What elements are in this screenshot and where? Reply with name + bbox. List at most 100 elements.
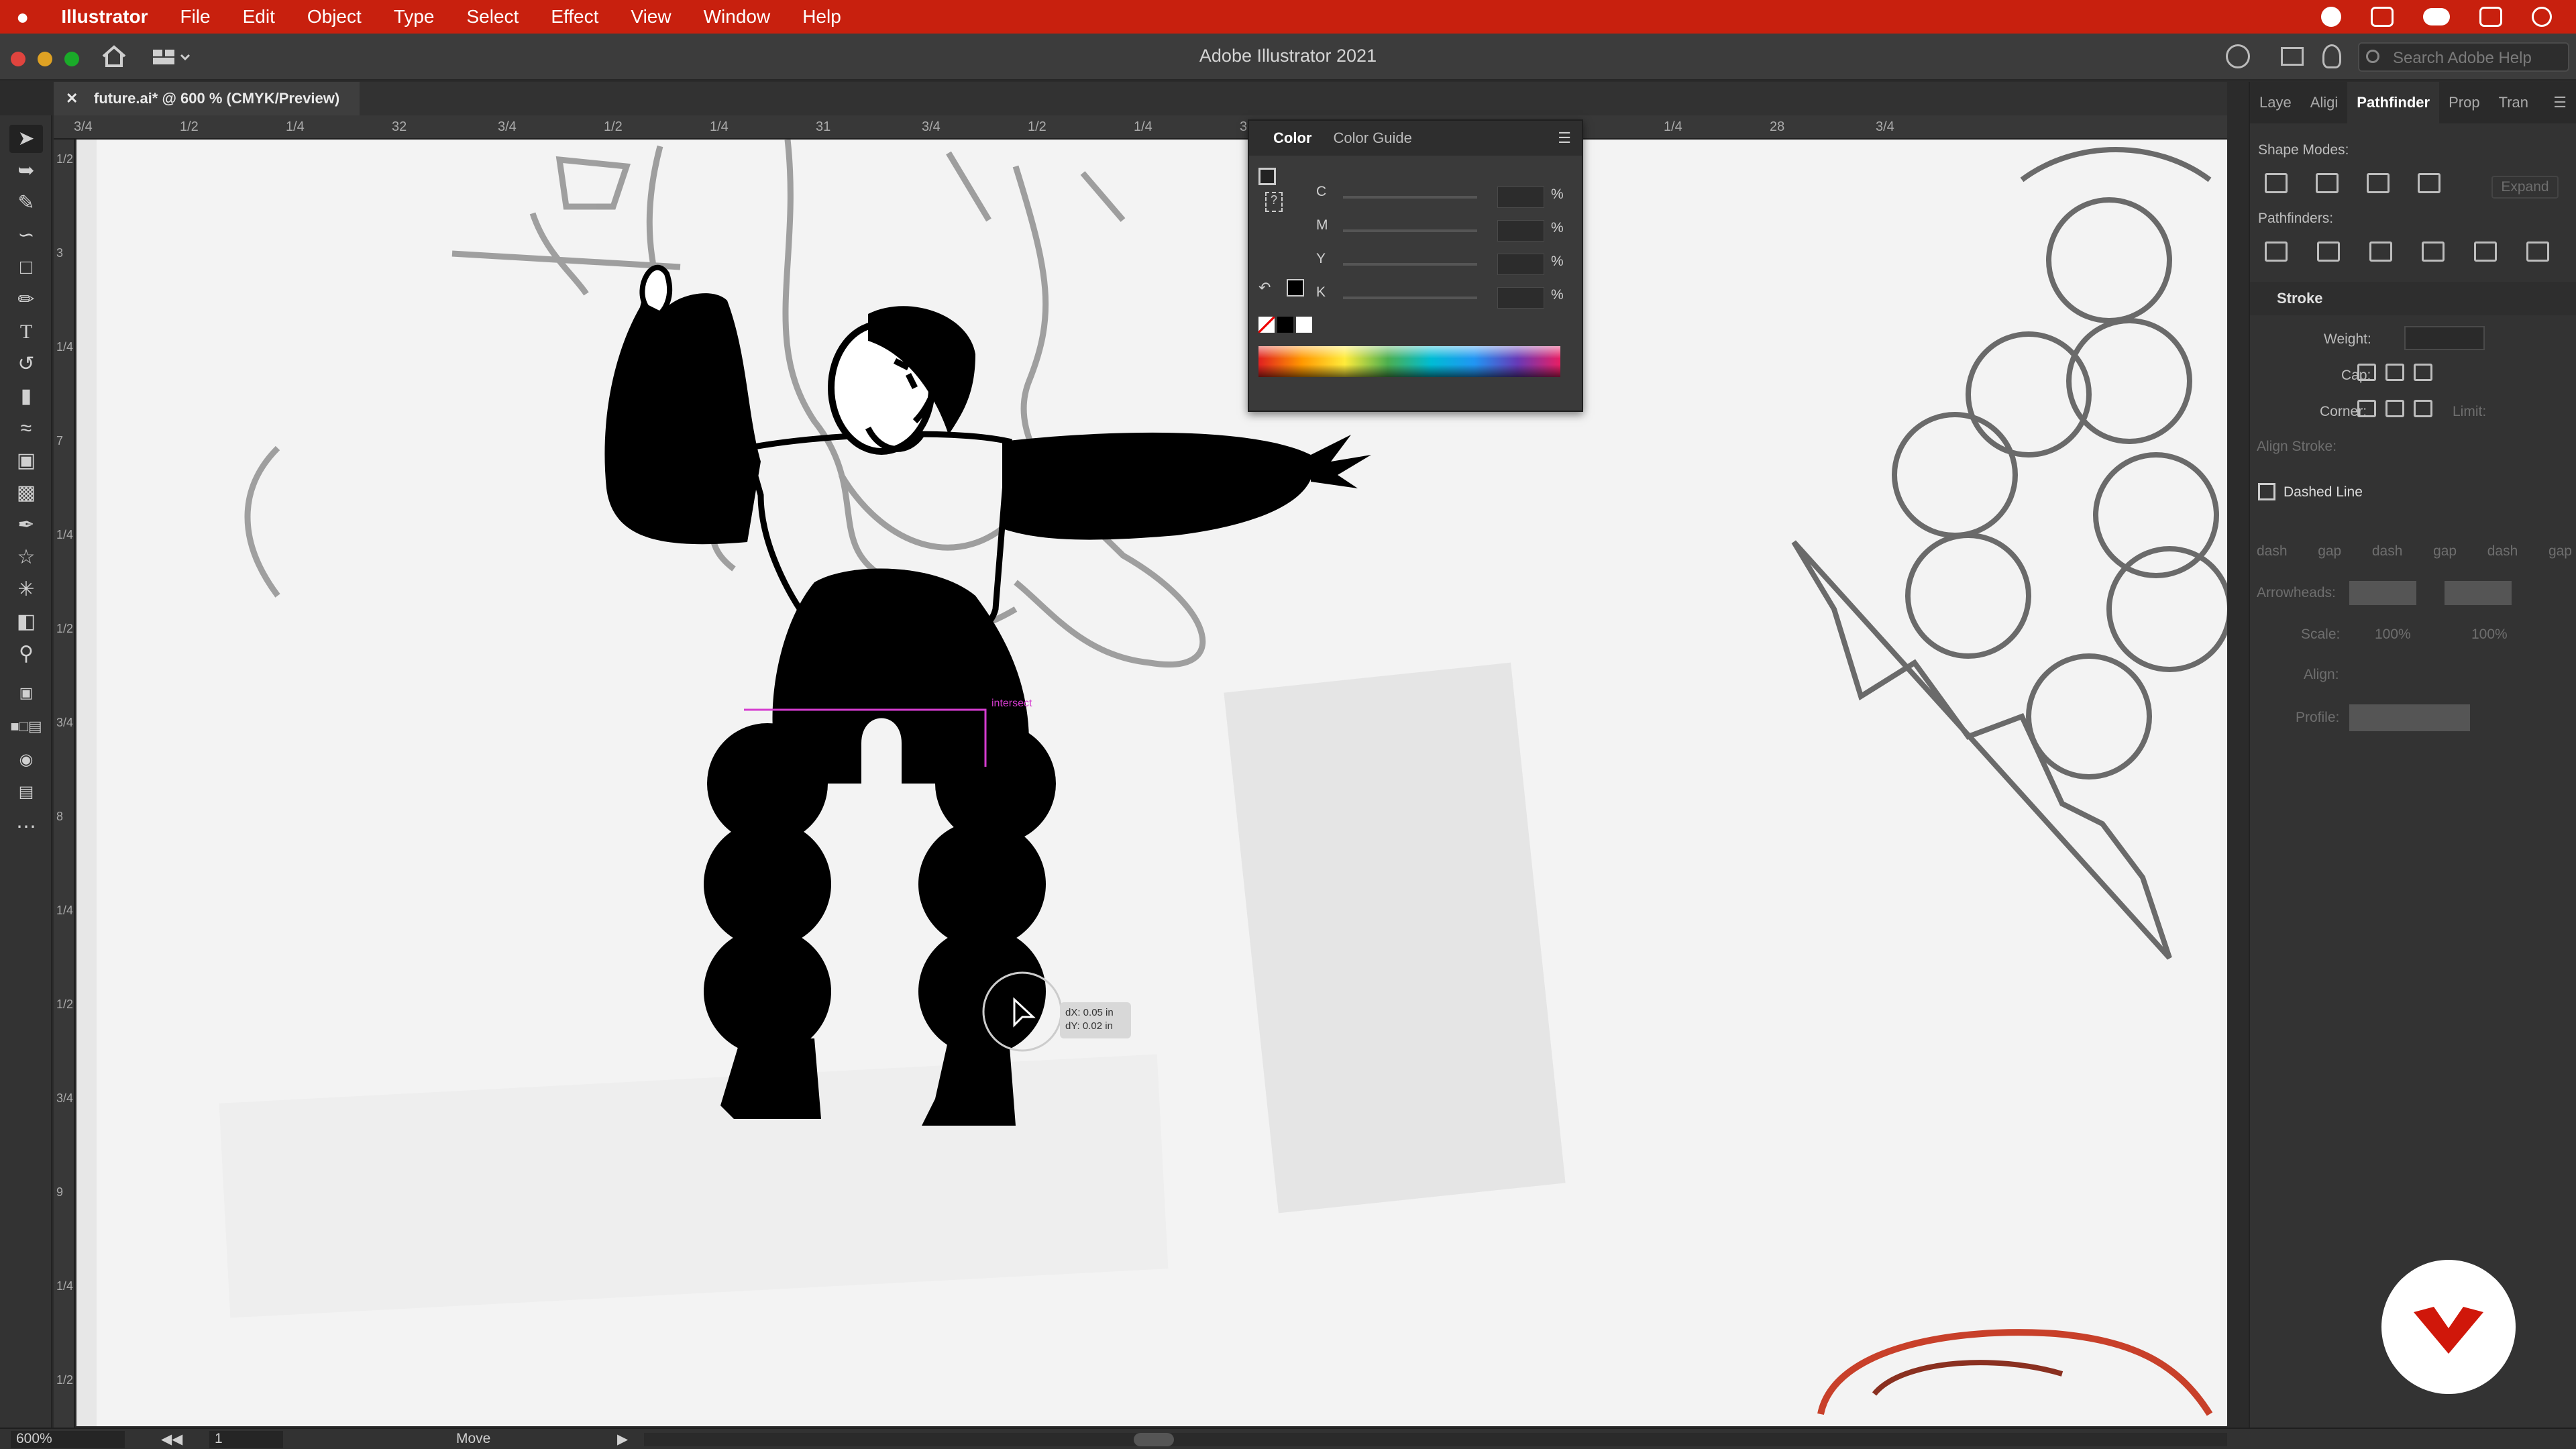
arrange-documents-icon[interactable]	[2281, 47, 2304, 66]
menu-type[interactable]: Type	[378, 0, 451, 34]
white-quick-swatch[interactable]	[1296, 317, 1312, 333]
tab-pathfinder[interactable]: Pathfinder	[2347, 82, 2440, 123]
menu-edit[interactable]: Edit	[227, 0, 291, 34]
black-swatch[interactable]	[1287, 279, 1304, 297]
black-value-field[interactable]	[1497, 287, 1544, 309]
yellow-value-field[interactable]	[1497, 254, 1544, 275]
width-tool-icon[interactable]: ≈	[9, 415, 43, 443]
fill-stroke-proxy-icon[interactable]: ?	[1258, 168, 1299, 228]
horizontal-scrollbar-thumb[interactable]	[1134, 1433, 1174, 1446]
free-transform-tool-icon[interactable]: ▣	[9, 447, 43, 475]
exclude-icon[interactable]	[2418, 173, 2440, 193]
user-account-icon[interactable]	[2226, 44, 2250, 68]
tab-transform[interactable]: Tran	[2489, 94, 2538, 111]
eyedropper-tool-icon[interactable]: ✒	[9, 511, 43, 539]
rotate-tool-icon[interactable]: ↺	[9, 350, 43, 378]
black-quick-swatch[interactable]	[1277, 317, 1293, 333]
power-icon[interactable]	[2532, 7, 2552, 27]
merge-icon[interactable]	[2369, 241, 2392, 262]
search-adobe-help-input[interactable]: Search Adobe Help	[2358, 42, 2569, 72]
gradient-tool-icon[interactable]: ▩	[9, 479, 43, 507]
document-tab[interactable]: ✕ future.ai* @ 600 % (CMYK/Preview)	[54, 82, 360, 115]
pen-tool-icon[interactable]: ✎	[9, 189, 43, 217]
round-cap-icon[interactable]	[2385, 364, 2404, 381]
curvature-tool-icon[interactable]: ∽	[9, 221, 43, 250]
cyan-value-field[interactable]	[1497, 186, 1544, 208]
symbol-sprayer-tool-icon[interactable]: ✳	[9, 576, 43, 604]
bevel-join-icon[interactable]	[2414, 400, 2432, 417]
panel-menu-icon[interactable]: ☰	[1547, 129, 1582, 147]
expand-button[interactable]: Expand	[2491, 176, 2559, 199]
pencil-tool-icon[interactable]: ✏	[9, 286, 43, 314]
edit-toolbar-icon[interactable]: ⋯	[9, 813, 43, 841]
blend-tool-icon[interactable]: ☆	[9, 543, 43, 572]
control-center-icon[interactable]	[2479, 7, 2502, 27]
artboard-canvas[interactable]: intersect	[76, 140, 2227, 1426]
screen-mode-icon[interactable]: ▤	[9, 778, 43, 806]
draw-mode-icon[interactable]: ◉	[9, 746, 43, 774]
projecting-cap-icon[interactable]	[2414, 364, 2432, 381]
start-arrowhead-select[interactable]	[2349, 581, 2416, 605]
tab-color[interactable]: Color	[1263, 129, 1322, 147]
menu-view[interactable]: View	[614, 0, 687, 34]
menu-object[interactable]: Object	[291, 0, 378, 34]
menu-app-illustrator[interactable]: Illustrator	[45, 0, 164, 34]
menu-window[interactable]: Window	[688, 0, 787, 34]
minus-front-icon[interactable]	[2316, 173, 2339, 193]
dock-menu-icon[interactable]: ☰	[2544, 94, 2576, 111]
artboard-tool-icon[interactable]: ◧	[9, 608, 43, 636]
stroke-panel-header[interactable]: Stroke	[2250, 282, 2576, 315]
round-join-icon[interactable]	[2385, 400, 2404, 417]
black-slider-row[interactable]: K %	[1316, 284, 1578, 311]
yellow-slider-row[interactable]: Y %	[1316, 251, 1578, 278]
none-swatch[interactable]	[1258, 317, 1275, 333]
horizontal-scrollbar[interactable]	[644, 1433, 2227, 1446]
trim-icon[interactable]	[2317, 241, 2340, 262]
tab-properties[interactable]: Prop	[2439, 94, 2489, 111]
discover-lightbulb-icon[interactable]	[2322, 44, 2341, 68]
divide-icon[interactable]	[2265, 241, 2288, 262]
end-arrowhead-select[interactable]	[2445, 581, 2512, 605]
outline-icon[interactable]	[2474, 241, 2497, 262]
fill-stroke-swatch-icon[interactable]: ▣	[9, 679, 43, 707]
weight-input[interactable]	[2404, 326, 2485, 350]
butt-cap-icon[interactable]	[2357, 364, 2376, 381]
color-mode-icon[interactable]: ■□▤	[9, 712, 43, 741]
type-tool-icon[interactable]: T	[9, 318, 43, 346]
color-spectrum-bar[interactable]	[1258, 346, 1560, 377]
cyan-slider-row[interactable]: C %	[1316, 184, 1578, 211]
zoom-tool-icon[interactable]: ⚲	[9, 640, 43, 668]
eraser-tool-icon[interactable]: ▮	[9, 382, 43, 411]
menu-help[interactable]: Help	[786, 0, 857, 34]
default-colors-icon[interactable]: ↶	[1258, 279, 1271, 297]
apple-menu-icon[interactable]: ●	[0, 0, 45, 34]
vertical-ruler[interactable]: 1/2 3 1/4 7 1/4 1/2 3/4 8 1/4 1/2 3/4 9 1/4 1/2	[54, 140, 75, 1428]
tab-align[interactable]: Aligi	[2301, 94, 2348, 111]
intersect-icon[interactable]	[2367, 173, 2390, 193]
menu-effect[interactable]: Effect	[535, 0, 614, 34]
miter-join-icon[interactable]	[2357, 400, 2376, 417]
menu-select[interactable]: Select	[450, 0, 535, 34]
record-icon[interactable]	[2321, 7, 2341, 27]
menu-file[interactable]: File	[164, 0, 226, 34]
horizontal-ruler[interactable]: 3/41/21/4323/41/21/4313/41/21/430293/41/…	[54, 115, 2227, 140]
screen-share-icon[interactable]	[2371, 7, 2394, 27]
close-tab-icon[interactable]: ✕	[66, 82, 78, 115]
selection-tool-icon[interactable]: ➤	[9, 125, 43, 153]
magenta-value-field[interactable]	[1497, 220, 1544, 241]
dashed-line-checkbox[interactable]	[2258, 483, 2275, 500]
profile-select[interactable]	[2349, 704, 2470, 731]
creative-cloud-icon[interactable]	[2423, 8, 2450, 25]
crop-icon[interactable]	[2422, 241, 2445, 262]
tab-layers[interactable]: Laye	[2250, 94, 2301, 111]
artboard-number-select[interactable]: 1	[209, 1431, 283, 1448]
rectangle-tool-icon[interactable]: □	[9, 254, 43, 282]
artboard-nav-prev-icon[interactable]: ◀◀	[161, 1431, 201, 1448]
zoom-level-select[interactable]: 600%	[11, 1431, 125, 1448]
start-scale-value[interactable]: 100%	[2375, 627, 2411, 643]
minus-back-icon[interactable]	[2526, 241, 2549, 262]
tab-color-guide[interactable]: Color Guide	[1322, 129, 1422, 147]
direct-selection-tool-icon[interactable]: ➥	[9, 157, 43, 185]
status-menu-arrow-icon[interactable]: ▶	[617, 1431, 628, 1448]
unite-icon[interactable]	[2265, 173, 2288, 193]
